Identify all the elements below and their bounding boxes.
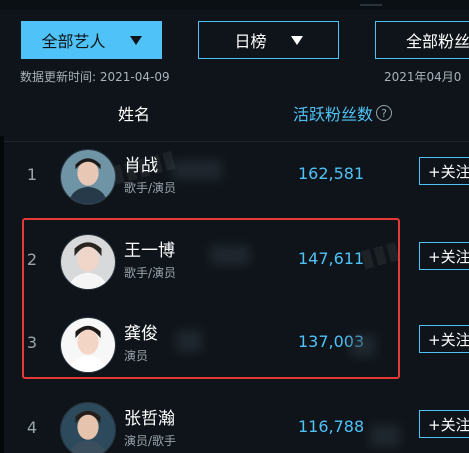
- artist-name: 张哲瀚: [124, 409, 175, 429]
- fan-count: 116,788: [298, 417, 365, 436]
- dropdown-triangle-icon: [129, 35, 142, 45]
- column-header-fans-label: 活跃粉丝数: [293, 105, 374, 124]
- avatar[interactable]: [60, 234, 116, 290]
- rank-number: 2: [26, 250, 38, 269]
- ranking-row: 3 龚俊 演员 137,003 +关注: [0, 305, 469, 385]
- period-filter-label: 日榜: [234, 32, 267, 51]
- help-icon[interactable]: ?: [376, 105, 393, 121]
- blur-mark: [350, 335, 376, 357]
- avatar-image: [61, 235, 115, 289]
- follow-button[interactable]: +关注: [419, 242, 469, 270]
- avatar[interactable]: [60, 149, 116, 205]
- category-filter-button[interactable]: 全部艺人: [21, 21, 162, 59]
- follow-button[interactable]: +关注: [419, 325, 469, 353]
- rank-number: 4: [26, 418, 38, 437]
- period-filter-button[interactable]: 日榜: [198, 21, 339, 59]
- top-divider: [360, 4, 382, 6]
- blur-mark: [172, 160, 222, 180]
- update-time-right: 2021年04月0: [384, 70, 462, 84]
- avatar-image: [61, 403, 115, 453]
- top-edge: [0, 0, 469, 10]
- blur-mark: [176, 330, 202, 352]
- blur-mark: [210, 245, 250, 265]
- artist-role: 演员: [124, 349, 149, 363]
- artist-name: 龚俊: [124, 324, 158, 344]
- avatar-image: [61, 318, 115, 372]
- fan-count: 147,611: [298, 249, 365, 268]
- rank-number: 1: [26, 165, 38, 184]
- update-time: 数据更新时间: 2021-04-09: [20, 70, 170, 84]
- avatar[interactable]: [60, 317, 116, 373]
- metric-filter-label: 全部粉丝: [406, 32, 469, 51]
- follow-button[interactable]: +关注: [419, 157, 469, 185]
- metric-filter-button[interactable]: 全部粉丝: [375, 21, 469, 59]
- column-header-fans[interactable]: 活跃粉丝数 ?: [293, 101, 393, 125]
- follow-button[interactable]: +关注: [419, 410, 469, 438]
- category-filter-label: 全部艺人: [41, 32, 106, 51]
- avatar[interactable]: [60, 402, 116, 453]
- artist-role: 演员/歌手: [124, 434, 177, 448]
- blur-mark: [370, 425, 400, 447]
- avatar-image: [61, 150, 115, 204]
- artist-role: 歌手/演员: [124, 266, 177, 280]
- ranking-row: 1 肖战 歌手/演员 162,581 +关注: [0, 137, 469, 217]
- fan-count: 162,581: [298, 164, 365, 183]
- column-header-name: 姓名: [118, 105, 151, 124]
- artist-name: 王一博: [124, 241, 175, 261]
- rank-number: 3: [26, 333, 38, 352]
- dropdown-triangle-icon: [290, 35, 303, 45]
